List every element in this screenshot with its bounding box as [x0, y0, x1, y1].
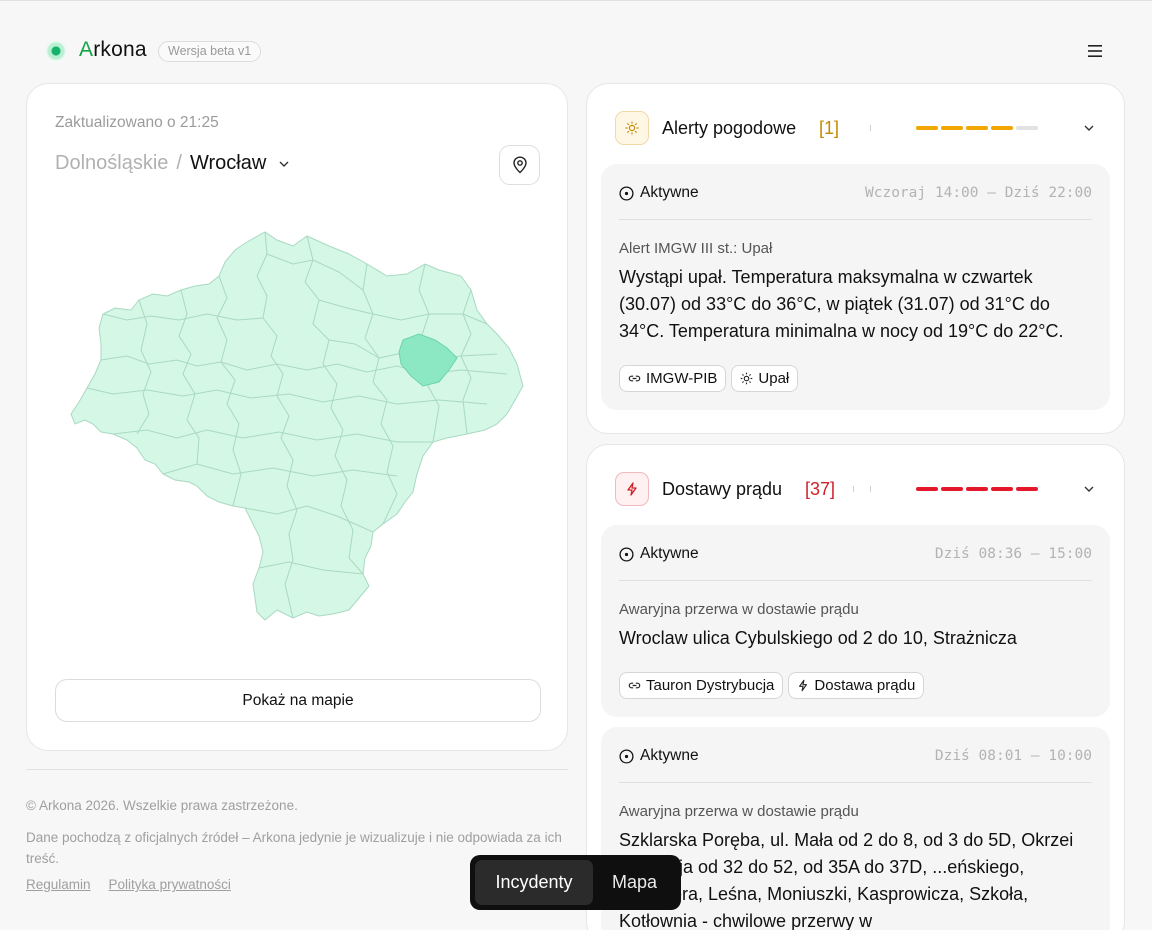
incident-time: Dziś 08:01 – 10:00 [934, 748, 1092, 764]
locate-button[interactable] [499, 145, 540, 185]
region-outline [70, 231, 524, 621]
breadcrumb-region[interactable]: Dolnośląskie [55, 152, 168, 175]
power-outages-title: Dostawy prądu [662, 479, 783, 499]
source-tag-label: Tauron Dystrybucja [646, 677, 775, 694]
map-pin-icon [512, 156, 527, 174]
source-tag[interactable]: Tauron Dystrybucja [619, 672, 784, 699]
incident-status-label: Aktywne [640, 545, 699, 562]
brand-rest: rkona [93, 38, 147, 61]
location-card: Zaktualizowano o 21:25 Dolnośląskie / Wr… [26, 83, 568, 751]
incident-status-label: Aktywne [640, 184, 699, 201]
breadcrumb: Dolnośląskie / Wrocław [55, 152, 290, 175]
beta-badge: Wersja beta v1 [158, 41, 262, 62]
power-outages-header[interactable]: Dostawy prądu [37] [587, 445, 1124, 525]
severity-segment [966, 487, 988, 491]
logo-icon [46, 41, 66, 61]
incident-tags: IMGW-PIB Upał [619, 365, 1092, 392]
weather-alerts-header[interactable]: Alerty pogodowe [1] [587, 84, 1124, 164]
weather-alerts-card: Alerty pogodowe [1] Aktywne Wczoraj 14:0… [586, 83, 1125, 434]
link-icon [628, 682, 641, 689]
incident-type: Alert IMGW III st.: Upał [619, 240, 773, 257]
severity-meter [916, 487, 1038, 491]
source-tag-label: IMGW-PIB [646, 370, 718, 387]
category-tag[interactable]: Dostawa prądu [788, 672, 925, 699]
bottom-nav: Incydenty Mapa [470, 855, 681, 910]
lightning-icon [799, 679, 808, 692]
terms-link[interactable]: Regulamin [26, 877, 91, 892]
divider-tick [870, 486, 871, 492]
divider-tick [853, 486, 854, 492]
incident-time: Dziś 08:36 – 15:00 [934, 546, 1092, 562]
tab-incidents[interactable]: Incydenty [475, 860, 593, 905]
breadcrumb-city[interactable]: Wrocław [190, 152, 266, 175]
incident-description: Wroclaw ulica Cybulskiego od 2 do 10, St… [619, 628, 1017, 648]
severity-segment [966, 126, 988, 130]
severity-segment [916, 487, 938, 491]
severity-segment [916, 126, 938, 130]
menu-icon[interactable] [1087, 44, 1103, 58]
footer-divider [26, 769, 568, 770]
power-outages-count: [37] [805, 479, 836, 499]
incident-type: Awaryjna przerwa w dostawie prądu [619, 803, 859, 820]
tab-map[interactable]: Mapa [593, 860, 676, 905]
category-tag-label: Dostawa prądu [814, 677, 916, 694]
active-status-icon [619, 748, 634, 764]
severity-segment [991, 126, 1013, 130]
incident-meta: Aktywne Dziś 08:01 – 10:00 [619, 727, 1092, 783]
incident-description: Szklarska Poręba, ul. Mała od 2 do 8, od… [619, 830, 1074, 930]
incident-type: Awaryjna przerwa w dostawie prądu [619, 601, 859, 618]
lightning-icon [615, 472, 649, 506]
incident-meta: Aktywne Wczoraj 14:00 – Dziś 22:00 [619, 164, 1092, 220]
active-status-icon [619, 546, 634, 562]
footer-links: Regulamin Polityka prywatności [26, 877, 231, 892]
severity-segment [1016, 487, 1038, 491]
source-tag[interactable]: IMGW-PIB [619, 365, 727, 392]
category-tag[interactable]: Upał [731, 365, 799, 392]
severity-segment [941, 126, 963, 130]
weather-alerts-title: Alerty pogodowe [662, 118, 797, 138]
updated-time: Zaktualizowano o 21:25 [55, 114, 219, 131]
show-on-map-button[interactable]: Pokaż na mapie [55, 679, 541, 722]
active-status-icon [619, 185, 634, 201]
incident-tags: Tauron Dystrybucja Dostawa prądu [619, 672, 1092, 699]
incident-item[interactable]: Aktywne Wczoraj 14:00 – Dziś 22:00 Alert… [601, 164, 1110, 410]
incident-meta: Aktywne Dziś 08:36 – 15:00 [619, 525, 1092, 581]
incident-status: Aktywne [619, 545, 699, 563]
brand-name[interactable]: Arkona [79, 38, 147, 62]
link-icon [628, 375, 641, 382]
sun-icon [615, 111, 649, 145]
chevron-down-icon[interactable] [1083, 483, 1095, 495]
incident-status-label: Aktywne [640, 747, 699, 764]
breadcrumb-separator: / [176, 152, 182, 174]
category-tag-label: Upał [758, 370, 790, 387]
region-map[interactable] [67, 224, 527, 644]
incident-status: Aktywne [619, 747, 699, 765]
sun-icon [741, 372, 753, 385]
brand-initial: A [79, 38, 94, 61]
incident-description: Wystąpi upał. Temperatura maksymalna w c… [619, 267, 1064, 341]
chevron-down-icon[interactable] [278, 158, 290, 170]
copyright-text: © Arkona 2026. Wszelkie prawa zastrzeżon… [26, 798, 298, 813]
weather-alerts-count: [1] [819, 118, 840, 138]
divider-tick [870, 125, 871, 131]
severity-meter [916, 126, 1038, 130]
incident-item[interactable]: Aktywne Dziś 08:36 – 15:00 Awaryjna prze… [601, 525, 1110, 717]
incident-status: Aktywne [619, 184, 699, 202]
severity-segment [1016, 126, 1038, 130]
severity-segment [941, 487, 963, 491]
privacy-link[interactable]: Polityka prywatności [109, 877, 231, 892]
chevron-down-icon[interactable] [1083, 122, 1095, 134]
severity-segment [991, 487, 1013, 491]
incident-time: Wczoraj 14:00 – Dziś 22:00 [865, 185, 1092, 201]
